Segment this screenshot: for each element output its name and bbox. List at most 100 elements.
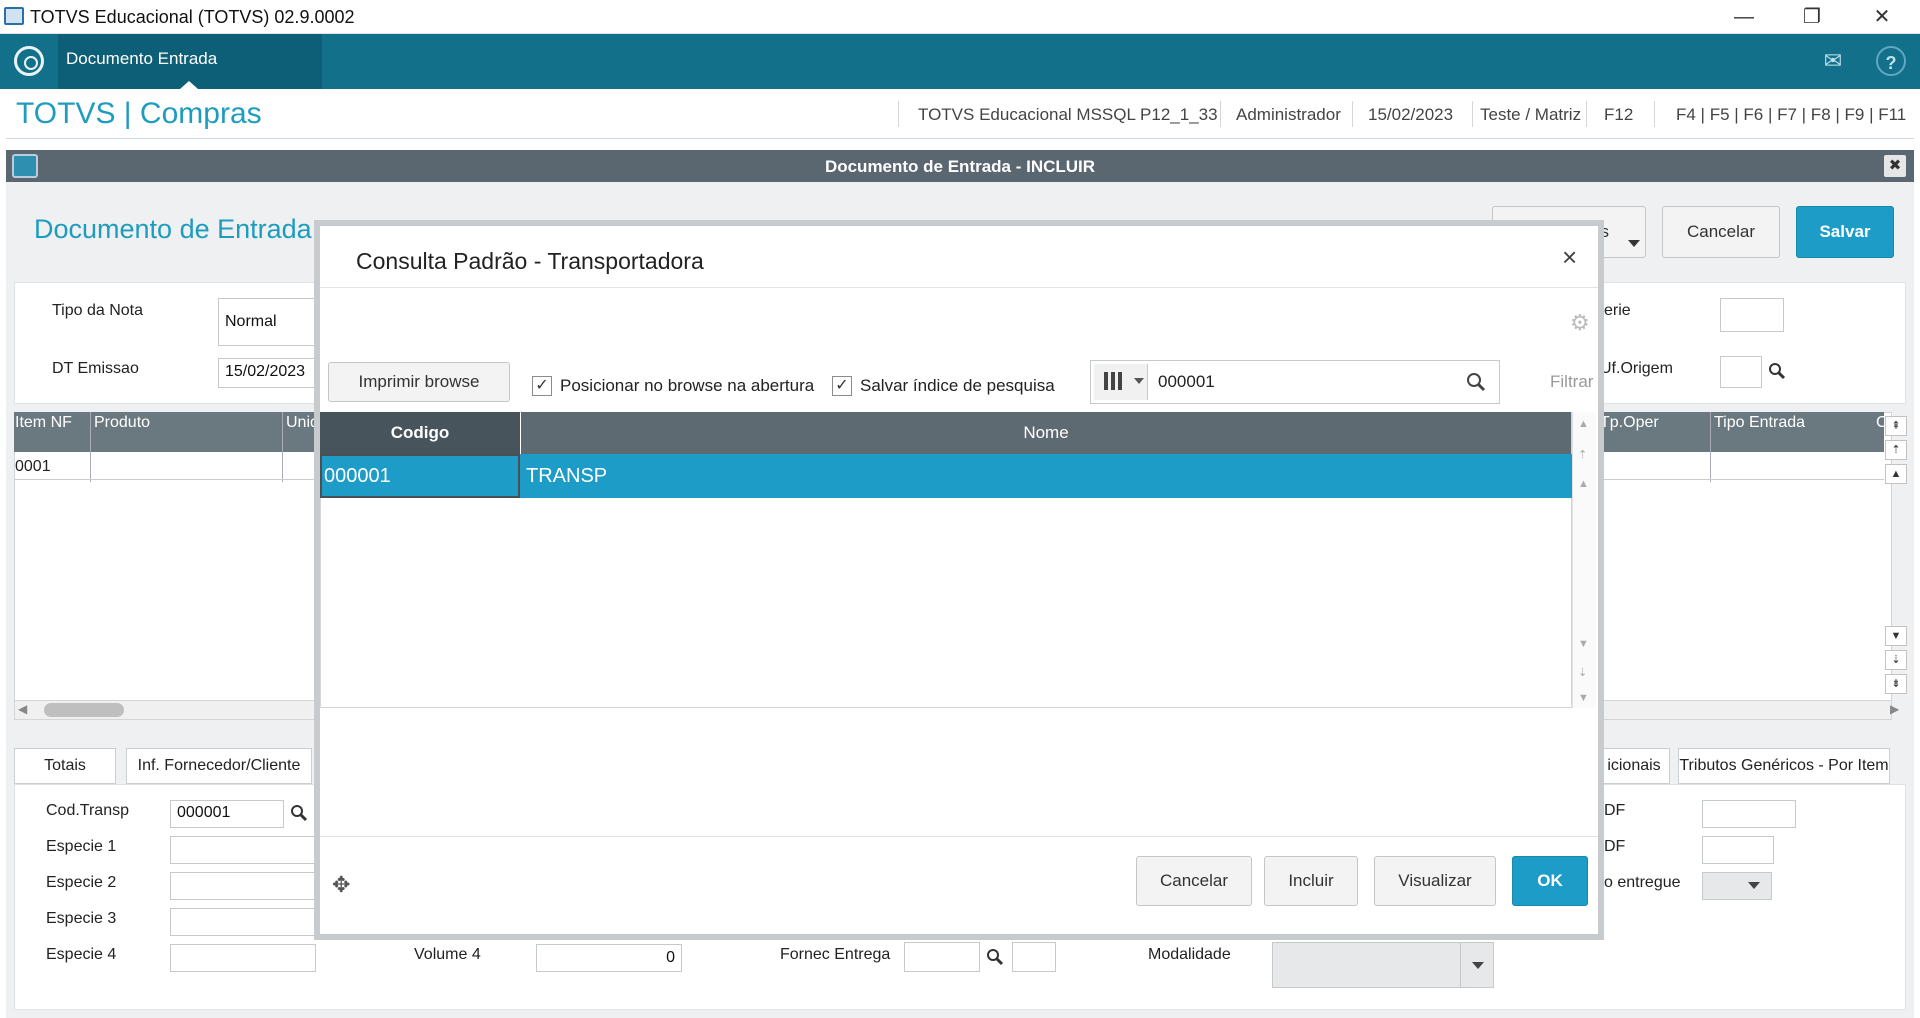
divider (320, 836, 1598, 837)
function-shortcuts[interactable]: F4 | F5 | F6 | F7 | F8 | F9 | F11 (1676, 105, 1906, 125)
scroll-top-icon[interactable]: ▲ (1578, 418, 1589, 430)
f12-shortcut[interactable]: F12 (1604, 105, 1633, 125)
close-window-button[interactable]: ✕ (1852, 0, 1912, 34)
print-browse-button[interactable]: Imprimir browse (328, 362, 510, 402)
scroll-right-icon[interactable]: ▶ (1890, 702, 1899, 716)
scroll-page-up-icon[interactable]: ⇡ (1578, 448, 1587, 461)
user-info[interactable]: Administrador (1236, 105, 1341, 125)
scroll-left-icon[interactable]: ◀ (18, 702, 27, 716)
filter-link[interactable]: Filtrar (1550, 372, 1593, 392)
search-input[interactable]: 000001 (1158, 372, 1215, 392)
window-title: TOTVS Educacional (TOTVS) 02.9.0002 (30, 7, 355, 27)
divider (1586, 101, 1587, 127)
divider (1472, 101, 1473, 127)
col-codigo[interactable]: Codigo (320, 412, 520, 454)
chevron-down-icon (1134, 378, 1144, 384)
tab-adicionais[interactable]: icionais (1598, 748, 1670, 784)
mail-icon[interactable]: ✉ (1818, 46, 1848, 76)
cell-codigo[interactable]: 000001 (324, 465, 391, 488)
modalidade-label: Modalidade (1148, 946, 1231, 963)
df-field[interactable] (1702, 800, 1796, 828)
position-checkbox[interactable]: ✓ (532, 376, 552, 396)
scroll-bottom-icon[interactable]: ▼ (1578, 692, 1589, 704)
scrollbar-thumb[interactable] (44, 703, 124, 717)
tab-totais[interactable]: Totais (14, 748, 116, 784)
consulta-padrao-modal: Consulta Padrão - Transportadora × ⚙ Imp… (314, 220, 1604, 940)
col-tipo-entrada[interactable]: Tipo Entrada (1714, 414, 1805, 432)
divider (1654, 101, 1655, 127)
search-icon[interactable] (1466, 372, 1486, 392)
df-field[interactable] (1702, 836, 1774, 864)
fornec-entrega-label: Fornec Entrega (780, 946, 891, 963)
uf-origem-field[interactable] (1720, 356, 1762, 388)
totvs-logo-icon[interactable] (14, 46, 44, 76)
scroll-page-down-icon[interactable]: ⇣ (1578, 666, 1587, 679)
search-icon[interactable] (986, 948, 1004, 966)
tab-inf-fornecedor[interactable]: Inf. Fornecedor/Cliente (126, 748, 312, 784)
chevron-down-icon (1748, 882, 1760, 889)
minimize-button[interactable]: — (1714, 0, 1774, 34)
especie2-field[interactable] (170, 872, 316, 900)
modal-cancel-button[interactable]: Cancelar (1136, 856, 1252, 906)
especie3-label: Especie 3 (46, 910, 117, 927)
serie-label: erie (1604, 302, 1631, 319)
scroll-page-up-icon[interactable]: ⇡ (1885, 440, 1907, 460)
df-label: DF (1604, 802, 1626, 819)
fornec-loja-field[interactable] (1012, 942, 1056, 972)
scroll-top-icon[interactable]: ⇞ (1885, 416, 1907, 436)
incluir-button[interactable]: Incluir (1264, 856, 1358, 906)
especie2-label: Especie 2 (46, 874, 117, 891)
volume4-label: Volume 4 (414, 946, 481, 963)
especie1-field[interactable] (170, 836, 316, 864)
especie4-field[interactable] (170, 944, 316, 972)
save-index-checkbox-label[interactable]: Salvar índice de pesquisa (860, 376, 1055, 396)
modal-close-icon[interactable]: × (1562, 242, 1577, 273)
ok-button[interactable]: OK (1512, 856, 1588, 906)
scroll-bottom-icon[interactable]: ⇟ (1885, 674, 1907, 694)
scroll-up-icon[interactable]: ▲ (1578, 478, 1589, 490)
search-bar (1090, 360, 1500, 404)
dt-emissao-field[interactable]: 15/02/2023 (218, 358, 318, 388)
branch-info[interactable]: Teste / Matriz (1480, 105, 1581, 125)
gear-icon[interactable]: ⚙ (1570, 310, 1590, 336)
especie3-field[interactable] (170, 908, 316, 936)
search-icon[interactable] (1768, 362, 1786, 380)
move-icon[interactable]: ✥ (332, 872, 350, 898)
tipo-nota-select[interactable]: Normal (218, 298, 318, 346)
scroll-down-icon[interactable]: ▼ (1885, 626, 1907, 646)
window-titlebar: TOTVS Educacional (TOTVS) 02.9.0002 — ❐ … (0, 0, 1920, 34)
divider (1220, 101, 1221, 127)
environment-info[interactable]: TOTVS Educacional MSSQL P12_1_33 (918, 105, 1218, 125)
cancel-button[interactable]: Cancelar (1662, 206, 1780, 258)
active-tab-caret (180, 81, 198, 89)
position-checkbox-label[interactable]: Posicionar no browse na abertura (560, 376, 814, 396)
tab-tributos-genericos[interactable]: Tributos Genéricos - Por Item (1678, 748, 1890, 784)
volume4-field[interactable]: 0 (536, 944, 682, 972)
dialog-titlebar: Documento de Entrada - INCLUIR ✖ (6, 150, 1914, 182)
save-index-checkbox[interactable]: ✓ (832, 376, 852, 396)
row-item-nf[interactable]: 0001 (15, 458, 51, 476)
scroll-down-icon[interactable]: ▼ (1578, 638, 1589, 650)
tab-bar: Documento Entrada [02.9.0002]× ✉ ? (0, 34, 1920, 118)
divider (898, 101, 899, 127)
cod-transp-field[interactable]: 000001 (170, 800, 284, 828)
col-tp-oper[interactable]: Tp.Oper (1600, 414, 1659, 432)
base-date[interactable]: 15/02/2023 (1368, 105, 1453, 125)
search-icon[interactable] (290, 804, 308, 822)
help-icon[interactable]: ? (1876, 46, 1906, 76)
scroll-page-down-icon[interactable]: ⇣ (1885, 650, 1907, 670)
visualizar-button[interactable]: Visualizar (1374, 856, 1496, 906)
scroll-up-icon[interactable]: ▲ (1885, 464, 1907, 484)
cell-nome[interactable]: TRANSP (526, 465, 607, 488)
col-produto[interactable]: Produto (94, 414, 150, 432)
modal-title: Consulta Padrão - Transportadora (356, 248, 704, 274)
page-title: Documento de Entrada (34, 214, 312, 244)
save-button[interactable]: Salvar (1796, 206, 1894, 258)
restore-button[interactable]: ❐ (1782, 0, 1842, 34)
col-nome[interactable]: Nome (521, 412, 1571, 454)
col-item-nf[interactable]: Item NF (15, 414, 72, 432)
dialog-close-button[interactable]: ✖ (1884, 155, 1906, 177)
serie-field[interactable] (1720, 298, 1784, 332)
nao-entregue-select[interactable] (1702, 872, 1772, 900)
fornec-entrega-field[interactable] (904, 942, 980, 972)
